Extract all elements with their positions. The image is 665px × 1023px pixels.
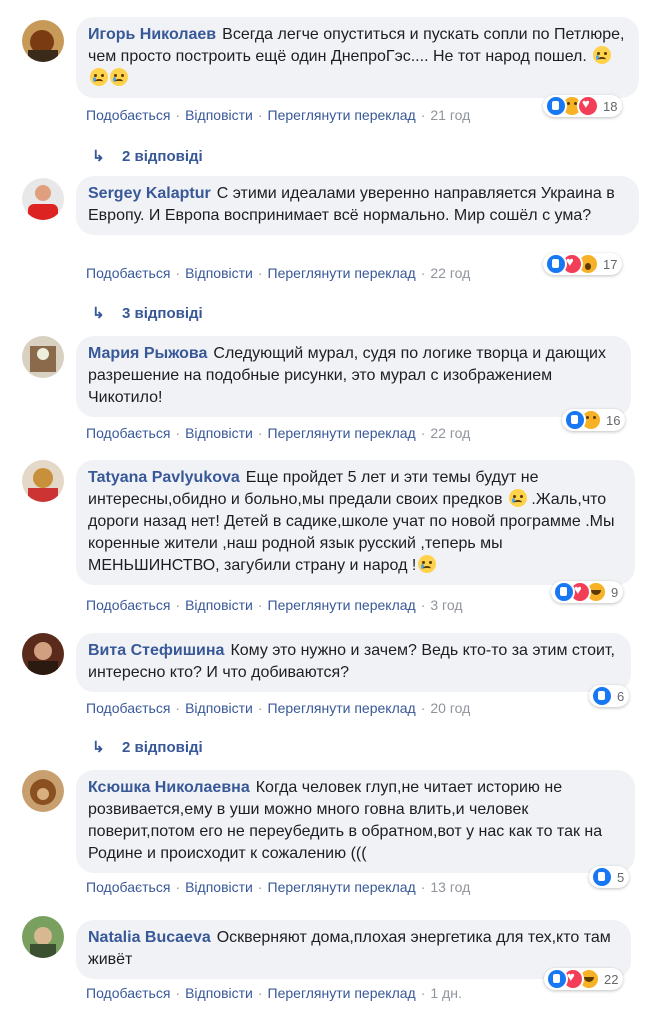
reactions-summary[interactable]: 5 <box>589 866 630 888</box>
view-replies-link[interactable]: ↳ 3 відповіді <box>92 304 203 322</box>
like-reaction-icon <box>553 581 575 603</box>
reply-arrow-icon: ↳ <box>92 739 105 756</box>
avatar[interactable] <box>22 178 64 220</box>
comment-bubble: Игорь Николаев Всегда легче опуститься и … <box>76 17 639 98</box>
avatar[interactable] <box>22 770 64 812</box>
author-name[interactable]: Вита Стефишина <box>88 642 224 659</box>
author-name[interactable]: Natalia Bucaeva <box>88 929 211 946</box>
reply-arrow-icon: ↳ <box>92 148 105 165</box>
comment-actions: Подобається · Відповісти · Переглянути перек… <box>86 985 462 1001</box>
comment-bubble: Вита Стефишина Кому это нужно и зачем? Ве… <box>76 633 631 692</box>
comment-actions: Подобається · Відповісти · Переглянути перек… <box>86 597 463 613</box>
reactions-summary[interactable]: 22 <box>544 968 624 990</box>
like-reaction-icon <box>545 253 567 275</box>
reaction-count: 16 <box>606 412 621 428</box>
crying-emoji-icon <box>418 555 437 573</box>
comment-bubble: Sergey Kalaptur С этими идеалами уверенно… <box>76 176 639 235</box>
like-reaction-icon <box>591 685 613 707</box>
like-reaction-icon <box>564 409 586 431</box>
timestamp[interactable]: 22 год <box>430 265 470 281</box>
crying-emoji-icon <box>110 68 128 86</box>
love-reaction-icon <box>577 95 599 117</box>
like-link[interactable]: Подобається <box>86 985 170 1001</box>
timestamp[interactable]: 13 год <box>430 879 470 895</box>
crying-emoji-icon <box>593 46 612 64</box>
like-link[interactable]: Подобається <box>86 879 170 895</box>
reaction-count: 22 <box>604 971 619 987</box>
reaction-count: 5 <box>617 869 625 885</box>
comment-bubble: Ксюшка Николаевна Когда человек глуп,не ч… <box>76 770 635 873</box>
reply-arrow-icon: ↳ <box>92 305 105 322</box>
translate-link[interactable]: Переглянути переклад <box>268 425 416 441</box>
avatar[interactable] <box>22 916 64 958</box>
crying-emoji-icon <box>508 489 527 507</box>
like-reaction-icon <box>546 968 568 990</box>
comment-actions: Подобається · Відповісти · Переглянути перек… <box>86 107 471 123</box>
author-name[interactable]: Ксюшка Николаевна <box>88 779 250 796</box>
reactions-summary[interactable]: 6 <box>589 685 630 707</box>
author-name[interactable]: Игорь Николаев <box>88 26 216 43</box>
crying-emoji-icon <box>90 68 108 86</box>
reaction-count: 18 <box>603 98 618 114</box>
reactions-summary[interactable]: 17 <box>543 253 623 275</box>
like-reaction-icon <box>545 95 567 117</box>
timestamp[interactable]: 20 год <box>430 700 470 716</box>
comment-bubble: Tatyana Pavlyukova Еще пройдет 5 лет и эт… <box>76 460 635 585</box>
reaction-count: 17 <box>603 256 618 272</box>
reply-link[interactable]: Відповісти <box>185 425 253 441</box>
comment-actions: Подобається · Відповісти · Переглянути перек… <box>86 879 471 895</box>
reaction-count: 6 <box>617 688 625 704</box>
reply-link[interactable]: Відповісти <box>185 107 253 123</box>
like-link[interactable]: Подобається <box>86 425 170 441</box>
comment-actions: Подобається · Відповісти · Переглянути перек… <box>86 700 471 716</box>
like-link[interactable]: Подобається <box>86 700 170 716</box>
reply-link[interactable]: Відповісти <box>185 985 253 1001</box>
translate-link[interactable]: Переглянути переклад <box>268 879 416 895</box>
author-name[interactable]: Мария Рыжова <box>88 345 207 362</box>
reactions-summary[interactable]: 16 <box>562 409 626 431</box>
avatar[interactable] <box>22 460 64 502</box>
like-reaction-icon <box>591 866 613 888</box>
reaction-count: 9 <box>611 584 619 600</box>
comment-actions: Подобається · Відповісти · Переглянути перек… <box>86 425 471 441</box>
translate-link[interactable]: Переглянути переклад <box>268 700 416 716</box>
comment-actions: Подобається · Відповісти · Переглянути перек… <box>86 265 471 281</box>
like-link[interactable]: Подобається <box>86 597 170 613</box>
author-name[interactable]: Sergey Kalaptur <box>88 185 211 202</box>
like-link[interactable]: Подобається <box>86 265 170 281</box>
reply-link[interactable]: Відповісти <box>185 700 253 716</box>
avatar[interactable] <box>22 336 64 378</box>
reactions-summary[interactable]: 18 <box>543 95 623 117</box>
reply-link[interactable]: Відповісти <box>185 597 253 613</box>
timestamp[interactable]: 21 год <box>430 107 470 123</box>
avatar[interactable] <box>22 20 64 62</box>
view-replies-link[interactable]: ↳ 2 відповіді <box>92 147 203 165</box>
reactions-summary[interactable]: 9 <box>551 581 624 603</box>
avatar[interactable] <box>22 633 64 675</box>
timestamp[interactable]: 22 год <box>430 425 470 441</box>
reply-link[interactable]: Відповісти <box>185 265 253 281</box>
timestamp[interactable]: 1 дн. <box>430 985 461 1001</box>
translate-link[interactable]: Переглянути переклад <box>268 597 416 613</box>
reply-link[interactable]: Відповісти <box>185 879 253 895</box>
timestamp[interactable]: 3 год <box>430 597 462 613</box>
translate-link[interactable]: Переглянути переклад <box>268 985 416 1001</box>
translate-link[interactable]: Переглянути переклад <box>268 107 416 123</box>
author-name[interactable]: Tatyana Pavlyukova <box>88 469 240 486</box>
comment-bubble: Мария Рыжова Следующий мурал, судя по лог… <box>76 336 631 417</box>
like-link[interactable]: Подобається <box>86 107 170 123</box>
translate-link[interactable]: Переглянути переклад <box>268 265 416 281</box>
view-replies-link[interactable]: ↳ 2 відповіді <box>92 738 203 756</box>
